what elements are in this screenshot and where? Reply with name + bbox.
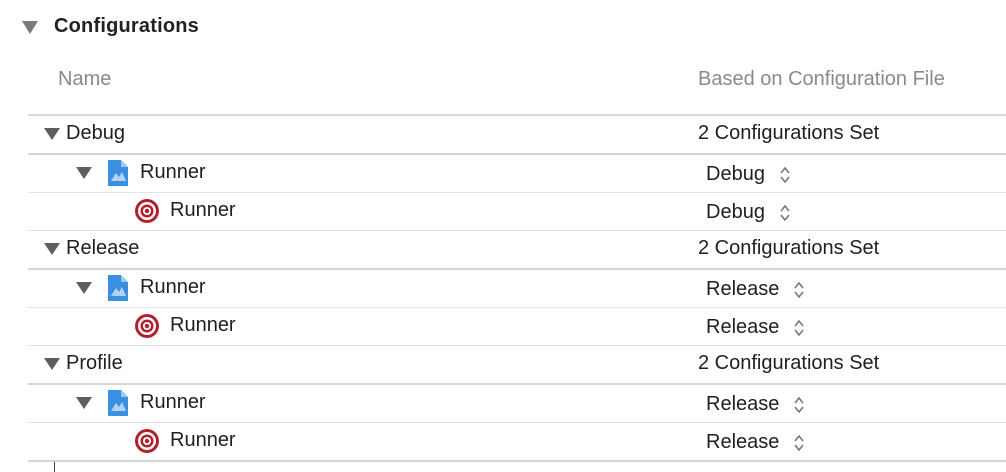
target-icon [135, 314, 159, 338]
config-file-popup[interactable]: Release [706, 316, 805, 339]
disclosure-triangle-icon[interactable] [76, 397, 92, 409]
project-name: Runner [140, 276, 206, 298]
up-down-chevron-icon [793, 279, 805, 301]
target-row[interactable]: Runner Release [28, 308, 1006, 346]
popup-value: Release [706, 316, 780, 338]
configurations-panel: Configurations Name Based on Configurati… [0, 0, 1006, 472]
popup-value: Release [706, 431, 780, 453]
configurations-section-header[interactable]: Configurations [22, 12, 199, 40]
target-icon [135, 429, 159, 453]
config-row-debug[interactable]: Debug 2 Configurations Set [28, 116, 1006, 155]
column-header-config-file[interactable]: Based on Configuration File [698, 68, 945, 91]
target-name: Runner [170, 199, 236, 221]
target-name: Runner [170, 314, 236, 336]
up-down-chevron-icon [793, 317, 805, 339]
up-down-chevron-icon [793, 432, 805, 454]
config-summary: 2 Configurations Set [698, 352, 880, 374]
disclosure-triangle-icon[interactable] [44, 358, 60, 370]
configurations-table: Debug 2 Configurations Set Runner Debug [28, 116, 1006, 462]
config-summary: 2 Configurations Set [698, 237, 880, 259]
add-remove-control-edge [54, 462, 55, 472]
column-headers: Name Based on Configuration File [28, 64, 1006, 116]
config-file-popup[interactable]: Release [706, 393, 805, 416]
target-icon [135, 199, 159, 223]
config-file-popup[interactable]: Release [706, 278, 805, 301]
project-row[interactable]: Runner Debug [28, 155, 1006, 193]
popup-value: Release [706, 393, 780, 415]
section-title: Configurations [54, 14, 200, 37]
disclosure-triangle-icon[interactable] [22, 20, 38, 34]
target-row[interactable]: Runner Release [28, 423, 1006, 462]
config-summary: 2 Configurations Set [698, 122, 880, 144]
disclosure-triangle-icon[interactable] [76, 282, 92, 294]
config-name: Release [66, 237, 140, 259]
project-row[interactable]: Runner Release [28, 385, 1006, 423]
project-name: Runner [140, 161, 206, 183]
config-file-popup[interactable]: Debug [706, 163, 791, 186]
up-down-chevron-icon [779, 202, 791, 224]
project-name: Runner [140, 391, 206, 413]
config-row-profile[interactable]: Profile 2 Configurations Set [28, 346, 1006, 385]
xcode-project-icon [108, 275, 128, 301]
config-row-release[interactable]: Release 2 Configurations Set [28, 231, 1006, 270]
disclosure-triangle-icon[interactable] [76, 167, 92, 179]
project-row[interactable]: Runner Release [28, 270, 1006, 308]
popup-value: Debug [706, 201, 765, 223]
config-file-popup[interactable]: Release [706, 431, 805, 454]
disclosure-triangle-icon[interactable] [44, 243, 60, 255]
xcode-project-icon [108, 390, 128, 416]
popup-value: Debug [706, 163, 765, 185]
column-header-name[interactable]: Name [58, 68, 111, 91]
target-row[interactable]: Runner Debug [28, 193, 1006, 231]
up-down-chevron-icon [779, 164, 791, 186]
xcode-project-icon [108, 160, 128, 186]
disclosure-triangle-icon[interactable] [44, 128, 60, 140]
target-name: Runner [170, 429, 236, 451]
config-name: Profile [66, 352, 123, 374]
up-down-chevron-icon [793, 394, 805, 416]
config-name: Debug [66, 122, 125, 144]
config-file-popup[interactable]: Debug [706, 201, 791, 224]
popup-value: Release [706, 278, 780, 300]
